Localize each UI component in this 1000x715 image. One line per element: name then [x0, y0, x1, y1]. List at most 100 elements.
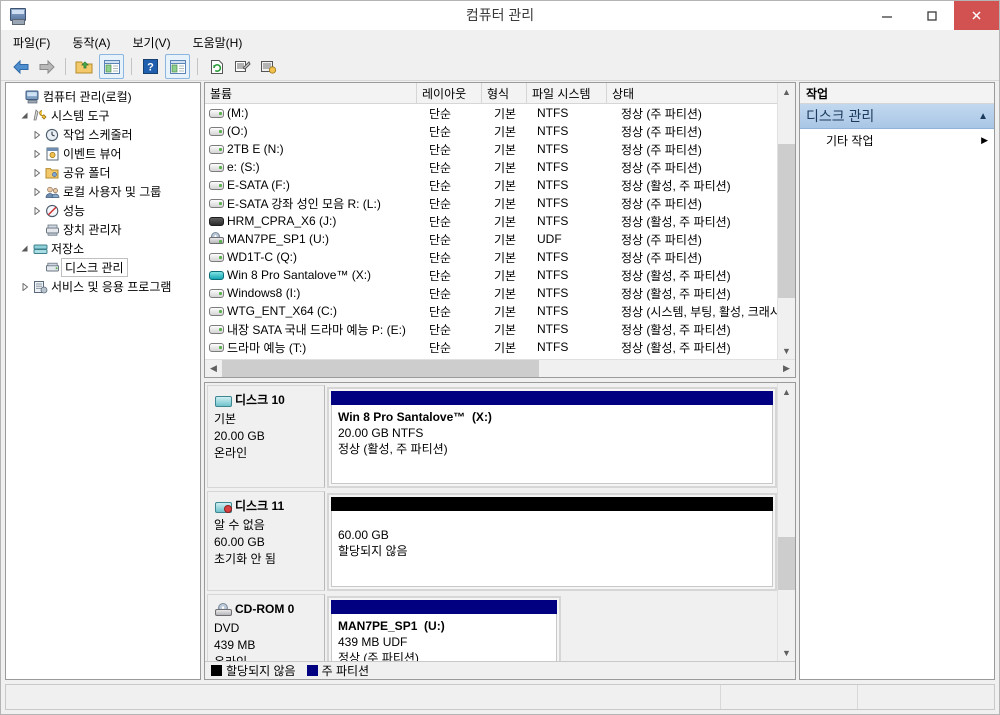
scroll-right-icon[interactable]: ▶ [778, 363, 795, 374]
svg-text:?: ? [147, 62, 154, 74]
tree-item-label: 디스크 관리 [61, 258, 128, 277]
table-row[interactable]: WTG_ENT_X64 (C:) 단순 기본 NTFS 정상 (시스템, 부팅,… [205, 302, 777, 320]
tree-item-disk-management[interactable]: 디스크 관리 [6, 258, 200, 277]
maximize-button[interactable] [909, 1, 954, 30]
tree-item-local-users-and-groups[interactable]: 로컬 사용자 및 그룹 [6, 182, 200, 201]
table-row[interactable]: Windows8 (I:) 단순 기본 NTFS 정상 (활성, 주 파티션) [205, 284, 777, 302]
scroll-track[interactable] [222, 360, 778, 377]
menu-item-help[interactable]: 도움말(H) [193, 32, 254, 53]
scroll-down-icon[interactable]: ▼ [778, 342, 795, 359]
expander-expanded-icon[interactable] [18, 112, 31, 120]
column-header-status[interactable]: 상태 [607, 83, 777, 103]
tree-item-shared-folders[interactable]: 공유 폴더 [6, 163, 200, 182]
scroll-track[interactable] [778, 100, 795, 342]
volume-status: 정상 (주 파티션) [621, 160, 702, 175]
tree-item-task-scheduler[interactable]: 작업 스케줄러 [6, 125, 200, 144]
table-row[interactable]: E-SATA (F:) 단순 기본 NTFS 정상 (활성, 주 파티션) [205, 176, 777, 194]
close-button[interactable] [954, 1, 999, 30]
show-hide-action-pane-icon[interactable] [165, 54, 190, 79]
volume-layout: 단순 [429, 286, 452, 301]
disk-info-panel[interactable]: 디스크 11 알 수 없음 60.00 GB 초기화 안 됨 [207, 491, 325, 591]
expander-collapsed-icon[interactable] [30, 149, 43, 158]
minimize-button[interactable] [864, 1, 909, 30]
computer-management-window: 컴퓨터 관리 파일(F) 동작(A) 보기(V) 도움말(H) ? 컴퓨터 관리… [0, 0, 1000, 715]
volume-list-horizontal-scrollbar[interactable]: ◀ ▶ [205, 359, 795, 377]
scroll-track[interactable] [778, 400, 795, 644]
system-tools-icon [31, 108, 49, 123]
column-header-type[interactable]: 형식 [482, 83, 527, 103]
table-row[interactable]: WD1T-C (Q:) 단순 기본 NTFS 정상 (주 파티션) [205, 248, 777, 266]
table-row[interactable]: E-SATA 강좌 성인 모음 R: (L:) 단순 기본 NTFS 정상 (주… [205, 194, 777, 212]
tree-item-event-viewer[interactable]: 이벤트 뷰어 [6, 144, 200, 163]
expander-collapsed-icon[interactable] [30, 168, 43, 177]
disk-capacity: 60.00 GB [214, 535, 265, 549]
table-row[interactable]: 내장 SATA 국내 드라마 예능 P: (E:) 단순 기본 NTFS 정상 … [205, 320, 777, 338]
menu-bar: 파일(F) 동작(A) 보기(V) 도움말(H) [1, 31, 999, 53]
disk-volume-block[interactable]: MAN7PE_SP1 (U:) 439 MB UDF 정상 (주 파티션) [327, 596, 561, 661]
hard-disk-icon [208, 322, 224, 336]
tree-item-performance[interactable]: 성능 [6, 201, 200, 220]
scroll-up-icon[interactable]: ▲ [778, 383, 795, 400]
expander-collapsed-icon[interactable] [18, 282, 31, 291]
volume-list-vertical-scrollbar[interactable]: ▲ ▼ [777, 83, 795, 359]
volume-status: 정상 (활성, 주 파티션) [621, 268, 731, 283]
chevron-right-icon: ▶ [981, 134, 988, 145]
table-row[interactable]: MAN7PE_SP1 (U:) 단순 기본 UDF 정상 (주 파티션) [205, 230, 777, 248]
table-row[interactable]: 2TB E (N:) 단순 기본 NTFS 정상 (주 파티션) [205, 140, 777, 158]
disk-row[interactable]: CD-ROM 0 DVD 439 MB 온라인 [207, 594, 777, 661]
back-icon[interactable] [9, 55, 32, 78]
volume-name: (M:) [227, 106, 249, 120]
rescan-disks-icon[interactable] [257, 55, 280, 78]
tree-item-services-and-applications[interactable]: 서비스 및 응용 프로그램 [6, 277, 200, 296]
refresh-icon[interactable] [205, 55, 228, 78]
disk-info-panel[interactable]: 디스크 10 기본 20.00 GB 온라인 [207, 385, 325, 488]
help-icon[interactable]: ? [139, 55, 162, 78]
tree-item-computer-management[interactable]: 컴퓨터 관리(로컬) [6, 87, 200, 106]
disk-row[interactable]: 디스크 10 기본 20.00 GB 온라인 Win 8 Pro Santalo… [207, 385, 777, 488]
scroll-down-icon[interactable]: ▼ [778, 644, 795, 661]
action-item-more-actions[interactable]: 기타 작업 ▶ [800, 129, 994, 151]
table-row[interactable]: e: (S:) 단순 기본 NTFS 정상 (주 파티션) [205, 158, 777, 176]
tree-item-label: 공유 폴더 [63, 166, 111, 180]
up-folder-icon[interactable] [73, 55, 96, 78]
menu-item-file[interactable]: 파일(F) [13, 32, 61, 53]
table-row[interactable]: HRM_CPRA_X6 (J:) 단순 기본 NTFS 정상 (활성, 주 파티… [205, 212, 777, 230]
column-header-file-system[interactable]: 파일 시스템 [527, 83, 607, 103]
volume-type: 기본 [494, 214, 517, 229]
chevron-up-icon[interactable]: ▲ [978, 111, 988, 122]
scroll-left-icon[interactable]: ◀ [205, 363, 222, 374]
volume-type: 기본 [494, 196, 517, 211]
scroll-up-icon[interactable]: ▲ [778, 83, 795, 100]
volume-type: 기본 [494, 250, 517, 265]
legend-swatch-primary [306, 665, 318, 676]
disk-view-vertical-scrollbar[interactable]: ▲ ▼ [777, 383, 795, 661]
table-row[interactable]: (O:) 단순 기본 NTFS 정상 (주 파티션) [205, 122, 777, 140]
disk-graphical-view-pane: 디스크 10 기본 20.00 GB 온라인 Win 8 Pro Santalo… [204, 382, 796, 680]
tree-item-device-manager[interactable]: 장치 관리자 [6, 220, 200, 239]
disk-type: 기본 [214, 412, 237, 426]
column-header-volume[interactable]: 볼륨 [205, 83, 417, 103]
volume-letter: (X:) [471, 410, 492, 424]
table-row[interactable]: (M:) 단순 기본 NTFS 정상 (주 파티션) [205, 104, 777, 122]
table-row[interactable]: Win 8 Pro Santalove™ (X:) 단순 기본 NTFS 정상 … [205, 266, 777, 284]
disk-volume-block[interactable]: 60.00 GB 할당되지 않음 [327, 493, 777, 591]
expander-collapsed-icon[interactable] [30, 187, 43, 196]
properties-icon[interactable] [231, 55, 254, 78]
expander-expanded-icon[interactable] [18, 245, 31, 253]
forward-icon[interactable] [35, 55, 58, 78]
column-header-layout[interactable]: 레이아웃 [417, 83, 482, 103]
actions-section-disk-management[interactable]: 디스크 관리 ▲ [800, 104, 994, 129]
show-hide-tree-icon[interactable] [99, 54, 124, 79]
hard-disk-icon [208, 286, 224, 300]
table-row[interactable]: 드라마 예능 (T:) 단순 기본 NTFS 정상 (활성, 주 파티션) [205, 338, 777, 356]
expander-collapsed-icon[interactable] [30, 206, 43, 215]
volume-size-fs: 439 MB UDF [338, 635, 408, 649]
menu-item-action[interactable]: 동작(A) [72, 32, 121, 53]
disk-row[interactable]: 디스크 11 알 수 없음 60.00 GB 초기화 안 됨 60.00 GB … [207, 491, 777, 591]
tree-item-system-tools[interactable]: 시스템 도구 [6, 106, 200, 125]
menu-item-view[interactable]: 보기(V) [132, 32, 181, 53]
disk-volume-block[interactable]: Win 8 Pro Santalove™ (X:) 20.00 GB NTFS … [327, 387, 777, 488]
disk-info-panel[interactable]: CD-ROM 0 DVD 439 MB 온라인 [207, 594, 325, 661]
tree-item-storage[interactable]: 저장소 [6, 239, 200, 258]
expander-collapsed-icon[interactable] [30, 130, 43, 139]
